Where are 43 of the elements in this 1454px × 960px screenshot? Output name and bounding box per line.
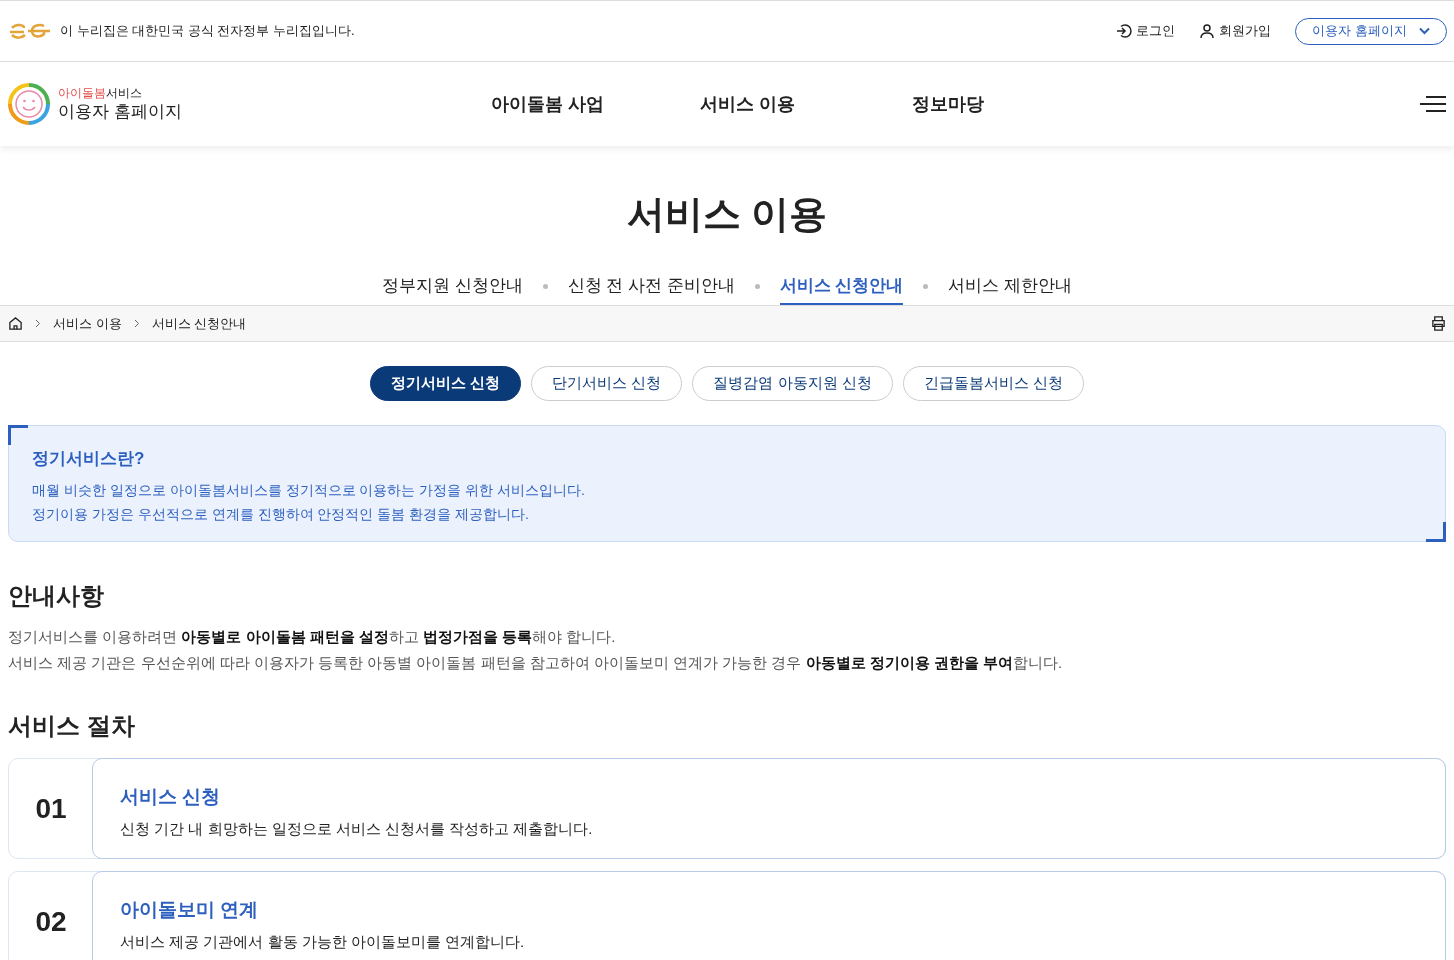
breadcrumb-item[interactable]: 서비스 이용	[53, 313, 122, 334]
home-icon[interactable]	[8, 316, 23, 331]
step-title: 서비스 신청	[120, 785, 221, 809]
notice-text: 서비스 제공 기관은 우선순위에 따라 이용자가 등록한 아동별 아이돌봄 패턴을 참고하여 아이돌보미 연계가 가능한 경우 아동별로 정기이용 권한을 부여합니다.	[8, 653, 1063, 673]
info-text: 매월 비슷한 일정으로 아이돌봄서비스를 정기적으로 이용하는 가정을 위한 서비스입니다.	[32, 480, 585, 500]
breadcrumb-item[interactable]: 서비스 신청안내	[151, 313, 247, 334]
chevron-down-icon	[1419, 27, 1430, 35]
service-tab[interactable]: 긴급돌봄서비스 신청	[902, 366, 1084, 401]
site-title: 이용자 홈페이지	[58, 101, 182, 123]
government-notice: 이 누리집은 대한민국 공식 전자정부 누리집입니다.	[60, 22, 355, 41]
brand-name: 아이돌봄서비스	[58, 85, 143, 101]
sub-tab[interactable]: 정부지원 신청안내	[381, 268, 523, 305]
login-link[interactable]: 로그인	[1116, 21, 1176, 41]
chevron-right-icon	[35, 319, 41, 328]
corner-mark	[8, 425, 28, 445]
smiley-logo	[8, 83, 50, 125]
service-tab[interactable]: 정기서비스 신청	[370, 366, 522, 401]
nav-menu-item[interactable]: 서비스 이용	[648, 90, 848, 118]
signup-link[interactable]: 회원가입	[1199, 21, 1272, 41]
chevron-right-icon	[133, 319, 140, 328]
step-description: 신청 기간 내 희망하는 일정으로 서비스 신청서를 작성하고 제출합니다.	[120, 818, 593, 839]
service-tab[interactable]: 단기서비스 신청	[531, 366, 683, 401]
corner-mark	[1426, 522, 1446, 542]
section-heading: 안내사항	[8, 581, 104, 611]
step-number: 01	[35, 791, 67, 826]
login-icon	[1116, 23, 1133, 39]
print-icon[interactable]	[1431, 316, 1446, 331]
page-title: 서비스 이용	[626, 192, 828, 237]
sub-tab[interactable]: 서비스 제한안내	[948, 268, 1073, 305]
user-icon	[1199, 23, 1216, 39]
nav-menu-item[interactable]: 아이돌봄 사업	[448, 90, 648, 118]
service-tab[interactable]: 질병감염 아동지원 신청	[692, 366, 893, 401]
info-title: 정기서비스란?	[32, 448, 145, 470]
nav-menu-item[interactable]: 정보마당	[848, 90, 1048, 118]
notice-text: 정기서비스를 이용하려면 아동별로 아이돌봄 패턴을 설정하고 법정가점을 등록해야 합니다.	[8, 627, 616, 647]
step-description: 서비스 제공 기관에서 활동 가능한 아이돌보미를 연계합니다.	[120, 931, 525, 952]
step-number: 02	[35, 904, 67, 939]
sub-tab[interactable]: 신청 전 사전 준비안내	[567, 268, 735, 305]
section-heading: 서비스 절차	[8, 711, 135, 741]
menu-icon[interactable]	[1420, 95, 1446, 113]
info-text: 정기이용 가정은 우선적으로 연계를 진행하여 안정적인 돌봄 환경을 제공합니다.	[32, 504, 529, 524]
government-logo	[8, 23, 52, 39]
step-title: 아이돌보미 연계	[120, 898, 259, 922]
